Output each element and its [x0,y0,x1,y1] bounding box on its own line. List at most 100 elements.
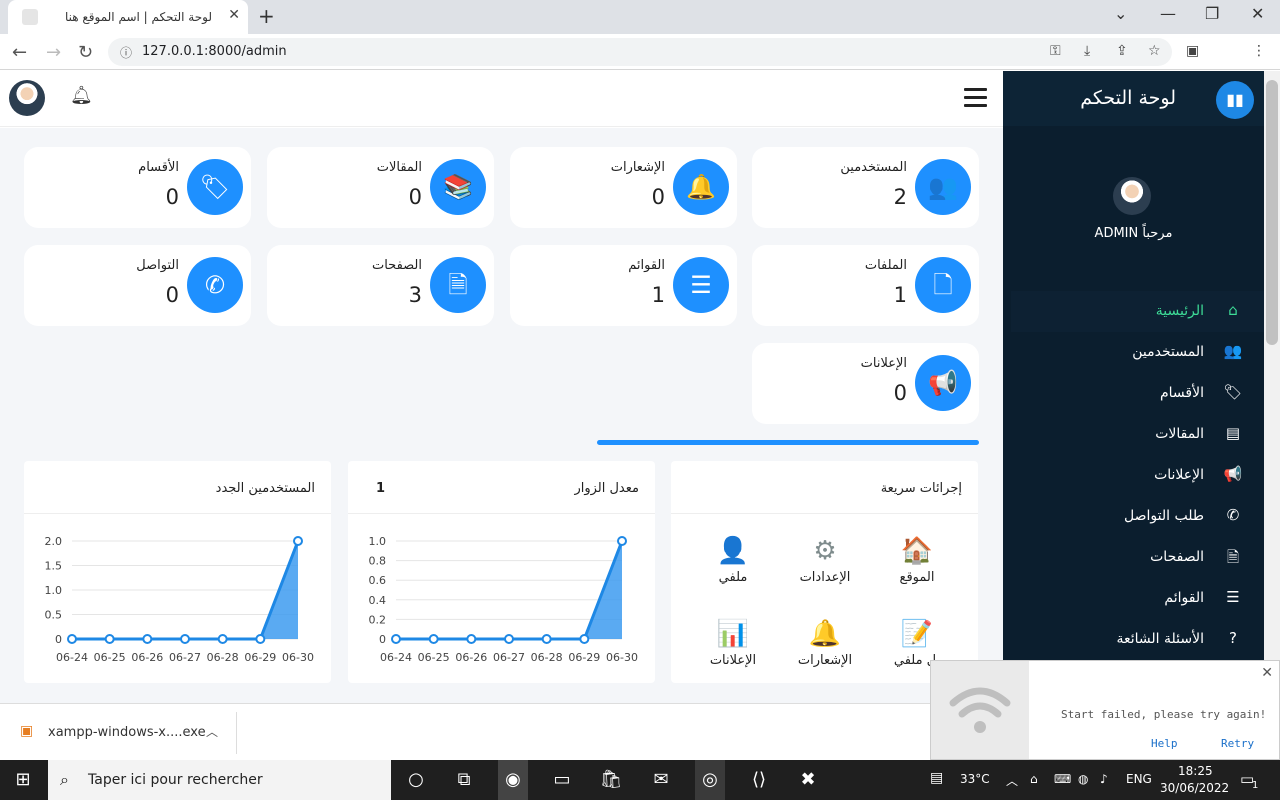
vscode-icon[interactable]: ⟨⟩ [744,769,774,790]
users-icon: 👥 [1223,342,1243,360]
clock-time[interactable]: 18:25 [1178,764,1213,778]
address-bar-row: ← → ↻ ⓘ 127.0.0.1:8000/admin ⚿ ⤓ ⇪ ☆ ▣ ⋮ [0,34,1280,98]
stat-card[interactable]: 📢 الإعلانات 0 [752,343,979,424]
store-icon[interactable]: 🛍︎ [596,769,626,790]
help-link[interactable]: Help [1151,737,1178,750]
omnibox[interactable]: ⓘ 127.0.0.1:8000/admin [108,38,1172,66]
stat-label: المقالات [376,160,422,175]
quick-action[interactable]: 🏠 الموقع [877,536,957,585]
chart-logo-icon: ▮▮ [1216,81,1254,119]
back-icon[interactable]: ← [12,42,27,63]
close-icon[interactable]: ✕ [1261,665,1273,681]
install-icon[interactable]: ⤓ [1084,43,1090,59]
reload-icon[interactable]: ↻ [78,42,93,63]
task-view-icon[interactable]: ⧉ [449,769,479,790]
stat-card[interactable]: 🗎 الصفحات 3 [267,245,494,326]
stat-card[interactable]: 👥 المستخدمين 2 [752,147,979,228]
menu-dots-icon[interactable]: ⋮ [1252,43,1266,59]
share-icon[interactable]: ⇪ [1116,43,1128,59]
quick-actions-panel: إجرائات سريعة 🏠 الموقع ⚙ الإعدادات 👤 ملفي 📝 يل … [671,461,978,683]
new-users-chart-panel: المستخدمين الجدد 2.0 1.5 1.0 0.5 0 06-24 06-25… [24,461,331,683]
temperature[interactable]: 33°C [960,772,990,786]
close-tab-icon[interactable]: ✕ [228,7,240,23]
stat-card[interactable]: ☰ القوائم 1 [510,245,737,326]
sidebar-item-label: الرئيسية [1155,303,1204,319]
close-window-button[interactable]: ✕ [1251,4,1264,23]
sidebar-item[interactable]: ⌂ الرئيسية [1011,291,1264,332]
quick-action[interactable]: 👤 ملفي [693,536,773,585]
wifi-icon [931,661,1029,759]
home-icon: ⌂ [1228,301,1238,319]
retry-link[interactable]: Retry [1221,737,1254,750]
edge-icon[interactable]: ◉ [498,760,528,800]
stat-label: المستخدمين [840,160,907,175]
sidebar-item[interactable]: 👥 المستخدمين [1011,332,1264,373]
download-file[interactable]: xampp-windows-x....exe [48,725,206,740]
tab-search-icon[interactable]: ⌄ [1114,4,1127,23]
chevron-up-icon[interactable]: ︿ [206,723,218,740]
xampp-icon[interactable]: ✖ [793,769,823,790]
gears-icon: ⚙ [813,536,837,566]
windows-start-icon[interactable]: ⊞ [8,769,38,790]
series-line [396,540,624,641]
volume-icon[interactable]: ♪ [1100,772,1108,786]
stat-card[interactable]: ✆ التواصل 0 [24,245,251,326]
data-point [541,634,552,644]
sidebar-item[interactable]: 🗎 الصفحات [1011,537,1264,578]
bell-icon[interactable]: 🔔︎ [70,85,93,106]
bookmark-star-icon[interactable]: ☆ [1148,43,1161,59]
quick-action-label: الإشعارات [797,653,853,668]
sidebar-item[interactable]: ☰ القوائم [1011,578,1264,619]
new-tab-button[interactable]: + [258,4,275,28]
hamburger-menu-icon[interactable] [964,88,987,108]
notification-count: 1 [1252,780,1259,791]
keyboard-icon[interactable]: ⌨ [1054,772,1071,786]
user-avatar[interactable] [9,80,45,116]
key-icon[interactable]: ⚿ [1050,43,1061,59]
forward-icon[interactable]: → [46,42,61,63]
language-indicator[interactable]: ENG [1126,772,1152,786]
taskbar-search[interactable]: ⌕ Taper ici pour rechercher [48,760,391,800]
stat-value: 3 [408,283,422,307]
app-header: 🔔︎ [0,71,1003,127]
tray-chevron-icon[interactable]: ︿ [1006,772,1018,789]
info-icon[interactable]: ⓘ [120,44,132,61]
y-tick-label: 1.5 [45,560,63,573]
minimize-button[interactable]: — [1160,4,1176,23]
chrome-icon[interactable]: ◎ [695,760,725,800]
x-tick-label: 06-25 [94,651,126,664]
question-icon: ? [1229,629,1237,647]
sidebar-item[interactable]: ▤ المقالات [1011,414,1264,455]
quick-action[interactable]: ⚙ الإعدادات [785,536,865,585]
stat-card[interactable]: 🔔 الإشعارات 0 [510,147,737,228]
stat-card[interactable]: 🗋 الملفات 1 [752,245,979,326]
weather-icon[interactable]: ▤ [930,770,943,786]
file-explorer-icon[interactable]: ▭ [547,769,577,790]
side-panel-icon[interactable]: ▣ [1186,43,1199,59]
tray-device-icon[interactable]: ⌂ [1030,772,1038,786]
sidebar-item[interactable]: ? الأسئلة الشائعة [1011,619,1264,660]
x-tick-label: 06-26 [131,651,163,664]
restore-button[interactable]: ❐ [1205,4,1219,23]
sidebar-item[interactable]: 🏷 الأقسام [1011,373,1264,414]
quick-action[interactable]: 🔔 الإشعارات [785,619,865,668]
panel-header: معدل الزوار 1 [348,461,655,514]
browser-tab-bar: لوحة التحكم | اسم الموقع هنا ✕ + ⌄ — ❐ ✕ [0,0,1280,34]
scrollbar-thumb[interactable] [1266,80,1278,345]
quick-action-label: ملفي [718,570,748,585]
stat-card[interactable]: 📚 المقالات 0 [267,147,494,228]
browser-tab[interactable]: لوحة التحكم | اسم الموقع هنا ✕ [8,0,248,34]
quick-action[interactable]: 📊 الإعلانات [693,619,773,668]
sidebar-item[interactable]: 📢 الإعلانات [1011,455,1264,496]
stat-value: 1 [651,283,665,307]
network-icon[interactable]: ◍ [1078,772,1088,786]
popup-message: Start failed, please try again! [1061,708,1267,721]
welcome-text: مرحباً ADMIN [1094,226,1173,241]
clock-date[interactable]: 30/06/2022 [1160,781,1229,795]
sidebar-item[interactable]: ✆ طلب التواصل [1011,496,1264,537]
mail-icon[interactable]: ✉ [646,769,676,790]
cortana-icon[interactable]: ○ [401,769,431,790]
stat-card[interactable]: 🏷 الأقسام 0 [24,147,251,228]
edit-profile-icon: 📝 [900,619,934,649]
phone-icon: ✆ [1226,506,1240,524]
